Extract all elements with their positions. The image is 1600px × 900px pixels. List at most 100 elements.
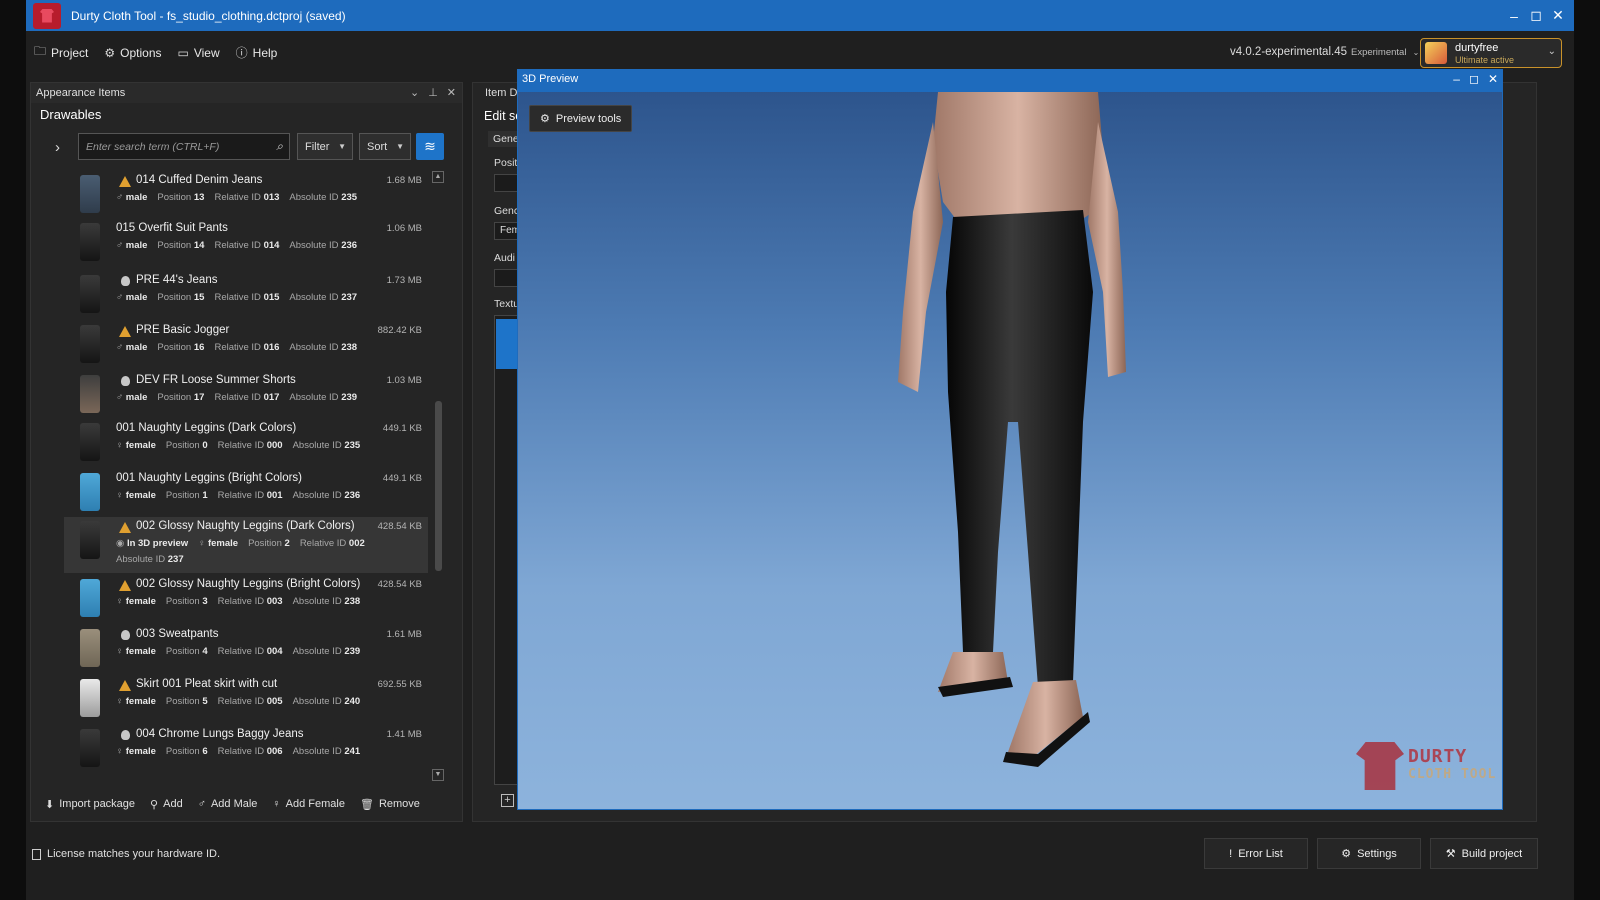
warning-icon <box>119 176 131 187</box>
item-position-label: Position <box>157 342 192 353</box>
add-button[interactable]: ⚲ Add <box>150 798 183 811</box>
list-item[interactable]: Skirt 001 Pleat skirt with cut 692.55 KB ♀… <box>64 675 428 721</box>
item-title: 003 Sweatpants <box>136 628 219 640</box>
item-gender: male <box>125 392 148 403</box>
maximize-button[interactable]: ◻ <box>1528 7 1544 24</box>
item-absolute-id: 238 <box>344 596 361 607</box>
item-absolute-id-label: Absolute ID <box>292 440 342 451</box>
search-input[interactable] <box>86 140 266 153</box>
search-icon[interactable]: ⌕ <box>276 139 283 154</box>
item-title: 014 Cuffed Denim Jeans <box>136 174 263 186</box>
close-icon[interactable]: ✕ <box>447 86 456 99</box>
list-item[interactable]: 001 Naughty Leggins (Bright Colors) 449.1… <box>64 469 428 515</box>
item-meta: ♂ male Position 17 Relative ID 017 Absolute… <box>116 392 357 403</box>
import-package-label: Import package <box>59 798 136 810</box>
add-female-button[interactable]: ♀ Add Female <box>272 798 345 810</box>
pin-icon[interactable]: ⊥ <box>428 86 438 99</box>
menu-project[interactable]: 🗀 Project <box>34 42 88 63</box>
item-meta: ◉ In 3D preview ♀ female Position 2 Relativ… <box>116 538 365 549</box>
preview-title-bar[interactable]: 3D Preview – ◻ ✕ <box>518 70 1502 92</box>
trash-icon: 🗑 <box>359 798 374 811</box>
list-item[interactable]: 003 Sweatpants 1.61 MB ♀ female Position 4R… <box>64 625 428 671</box>
settings-button[interactable]: ⚙ Settings <box>1317 838 1421 869</box>
scroll-down-button[interactable]: ▼ <box>432 769 444 781</box>
sort-label: Sort <box>367 140 388 153</box>
add-texture-button[interactable]: + <box>501 794 514 807</box>
layers-toggle-button[interactable]: ≋ <box>416 133 444 160</box>
close-button[interactable]: ✕ <box>1550 7 1566 24</box>
preview-window-controls: – ◻ ✕ <box>1453 72 1498 86</box>
item-title: 004 Chrome Lungs Baggy Jeans <box>136 728 304 740</box>
chevron-down-icon: ⌄ <box>1547 46 1556 57</box>
menu-help[interactable]: ⓘ Help <box>236 44 278 61</box>
list-item[interactable]: 004 Chrome Lungs Baggy Jeans 1.41 MB ♀ fem… <box>64 725 428 771</box>
version-selector[interactable]: v4.0.2-experimental.45 Experimental ⌄ <box>1230 46 1419 58</box>
preview-maximize-button[interactable]: ◻ <box>1469 72 1479 86</box>
list-actions: ⬇ Import package ⚲ Add ♂ Add Male ♀ Add … <box>45 792 435 816</box>
list-item[interactable]: 002 Glossy Naughty Leggins (Bright Color… <box>64 575 428 621</box>
error-list-button[interactable]: ! Error List <box>1204 838 1308 869</box>
female-icon: ♀ <box>272 798 281 810</box>
user-account-button[interactable]: durtyfree Ultimate active ⌄ <box>1420 38 1562 68</box>
item-gender: female <box>125 490 156 501</box>
item-gender: female <box>125 746 156 757</box>
list-item[interactable]: 002 Glossy Naughty Leggins (Dark Colors)… <box>64 517 428 573</box>
bulb-icon <box>121 730 130 740</box>
list-item[interactable]: 014 Cuffed Denim Jeans 1.68 MB ♂ male Posit… <box>64 171 428 217</box>
scroll-up-button[interactable]: ▲ <box>432 171 444 183</box>
item-thumbnail <box>80 729 100 767</box>
item-absolute-id-label: Absolute ID <box>289 240 339 251</box>
add-male-button[interactable]: ♂ Add Male <box>198 798 258 810</box>
search-box: ⌕ <box>78 133 290 160</box>
caret-down-icon: ▼ <box>338 142 346 151</box>
item-relative-id-label: Relative ID <box>217 746 265 757</box>
item-absolute-id: 239 <box>344 646 361 657</box>
item-meta: ♀ female Position 3 Relative ID 003 Absolut… <box>116 596 360 607</box>
remove-button[interactable]: 🗑 Remove <box>360 798 420 811</box>
scrollbar-thumb[interactable] <box>435 401 442 571</box>
list-item[interactable]: PRE 44's Jeans 1.73 MB ♂ male Position 15 Re… <box>64 271 428 317</box>
item-thumbnail <box>80 325 100 363</box>
item-gender: male <box>125 342 148 353</box>
list-item[interactable]: PRE Basic Jogger 882.42 KB ♂ male Position … <box>64 321 428 367</box>
filter-dropdown[interactable]: Filter ▼ <box>297 133 353 160</box>
item-position-label: Position <box>165 646 200 657</box>
import-package-button[interactable]: ⬇ Import package <box>45 798 135 811</box>
item-size: 1.68 MB <box>386 175 422 186</box>
minimize-button[interactable]: – <box>1506 8 1522 24</box>
item-absolute-id-label: Absolute ID <box>292 596 342 607</box>
tab-item-details[interactable]: Item D <box>485 87 517 99</box>
female-icon: ♀ <box>198 538 208 549</box>
preview-close-button[interactable]: ✕ <box>1488 72 1498 86</box>
list-item[interactable]: DEV FR Loose Summer Shorts 1.03 MB ♂ male P… <box>64 371 428 417</box>
build-project-button[interactable]: ⚒ Build project <box>1430 838 1538 869</box>
item-thumbnail <box>80 175 100 213</box>
item-position: 0 <box>202 440 208 451</box>
3d-model-figure[interactable] <box>898 92 1138 792</box>
item-meta: ♂ male Position 16 Relative ID 016 Absolute… <box>116 342 357 353</box>
menu-options[interactable]: ⚙ Options <box>104 46 161 60</box>
logo-line-1: DURTY <box>1408 746 1468 767</box>
list-item[interactable]: 001 Naughty Leggins (Dark Colors) 449.1 K… <box>64 419 428 465</box>
item-position-label: Position <box>157 392 192 403</box>
menu-view[interactable]: ▭ View <box>178 46 220 60</box>
item-absolute-id: 239 <box>341 392 358 403</box>
3d-preview-window[interactable]: 3D Preview – ◻ ✕ ⚙ Preview tools DURTY C… <box>517 69 1503 810</box>
male-icon: ♂ <box>116 192 126 203</box>
error-list-label: Error List <box>1238 847 1283 860</box>
item-gender: female <box>207 538 239 549</box>
item-size: 1.03 MB <box>386 375 422 386</box>
item-absolute-id: 235 <box>341 192 358 203</box>
item-title: 001 Naughty Leggins (Bright Colors) <box>116 472 303 484</box>
layers-icon: ≋ <box>424 138 436 154</box>
expand-chevron-icon[interactable]: › <box>55 139 60 156</box>
sort-dropdown[interactable]: Sort ▼ <box>359 133 411 160</box>
info-icon: ⓘ <box>235 46 248 60</box>
list-item[interactable]: 015 Overfit Suit Pants 1.06 MB ♂ male Posit… <box>64 219 428 265</box>
preview-minimize-button[interactable]: – <box>1453 72 1460 86</box>
item-gender: female <box>125 440 156 451</box>
build-project-label: Build project <box>1461 847 1523 860</box>
preview-tools-button[interactable]: ⚙ Preview tools <box>529 105 633 132</box>
chevron-down-icon[interactable]: ⌄ <box>410 86 419 99</box>
item-gender: male <box>125 240 148 251</box>
